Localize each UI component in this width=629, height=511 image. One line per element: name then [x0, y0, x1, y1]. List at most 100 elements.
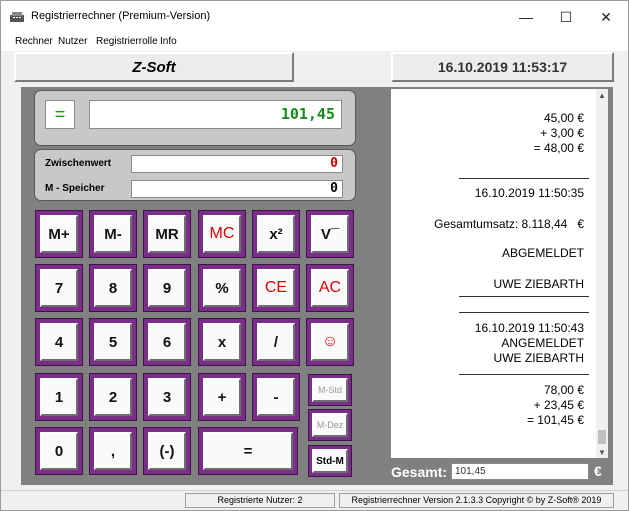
zwischenwert-field: 0: [131, 155, 343, 173]
receipt-line: 16.10.2019 11:50:43: [474, 321, 584, 335]
mspeicher-field: 0: [131, 180, 343, 198]
title-bar: Registrierrechner (Premium-Version) — ☐ …: [1, 1, 628, 33]
mspeicher-label: M - Speicher: [45, 183, 105, 194]
key-label: 2: [94, 378, 132, 416]
std-m-button[interactable]: Std-M: [308, 445, 352, 477]
digit-8-button[interactable]: 8: [89, 264, 137, 312]
display-box: = 101,45: [34, 90, 356, 146]
digit-5-button[interactable]: 5: [89, 318, 137, 366]
m-plus-button[interactable]: M+: [35, 210, 83, 258]
key-label: ,: [94, 432, 132, 470]
scroll-thumb[interactable]: [598, 430, 606, 444]
datetime-button[interactable]: 16.10.2019 11:53:17: [391, 52, 614, 82]
status-registered-users: Registrierte Nutzer: 2: [185, 493, 335, 508]
maximize-button[interactable]: ☐: [548, 1, 584, 33]
status-version: Registrierrechner Version 2.1.3.3 Copyri…: [339, 493, 614, 508]
sqrt-button[interactable]: V¯: [306, 210, 354, 258]
key-label: 6: [148, 323, 186, 361]
gesamt-label: Gesamt:: [391, 464, 448, 480]
scroll-down-arrow-icon[interactable]: ▼: [596, 446, 608, 458]
key-label: M-: [94, 215, 132, 253]
receipt-panel: 45,00 € + 3,00 € = 48,00 € 16.10.2019 11…: [387, 87, 613, 485]
smiley-button[interactable]: ☺: [306, 318, 354, 366]
mr-button[interactable]: MR: [143, 210, 191, 258]
calculator-panel: = 101,45 Zwischenwert 0 M - Speicher 0 M…: [21, 87, 387, 485]
euro-symbol: €: [594, 463, 602, 479]
receipt-divider: [459, 178, 589, 179]
ac-button[interactable]: AC: [306, 264, 354, 312]
menu-rechner[interactable]: Rechner: [15, 36, 53, 47]
minimize-button[interactable]: —: [508, 1, 544, 33]
key-label: +: [203, 378, 241, 416]
key-label: M+: [40, 215, 78, 253]
digit-2-button[interactable]: 2: [89, 373, 137, 421]
memory-box: Zwischenwert 0 M - Speicher 0: [34, 149, 356, 201]
key-label: x²: [257, 215, 295, 253]
digit-1-button[interactable]: 1: [35, 373, 83, 421]
receipt-line: UWE ZIEBARTH: [493, 351, 584, 365]
key-label: 8: [94, 269, 132, 307]
key-label: M-Std: [312, 378, 348, 402]
square-button[interactable]: x²: [252, 210, 300, 258]
key-label: M-Dez: [312, 413, 348, 437]
app-window: Registrierrechner (Premium-Version) — ☐ …: [0, 0, 629, 511]
menu-info[interactable]: Info: [160, 36, 177, 47]
key-label: CE: [257, 269, 295, 307]
status-bar: Registrierte Nutzer: 2 Registrierrechner…: [1, 490, 628, 510]
key-label: 4: [40, 323, 78, 361]
receipt-line: + 23,45 €: [533, 398, 584, 412]
multiply-button[interactable]: x: [198, 318, 246, 366]
key-label: 1: [40, 378, 78, 416]
percent-button[interactable]: %: [198, 264, 246, 312]
operator-indicator: =: [45, 100, 75, 129]
ce-button[interactable]: CE: [252, 264, 300, 312]
key-label: -: [257, 378, 295, 416]
equals-button[interactable]: =: [198, 427, 298, 475]
receipt-scrollbar[interactable]: ▲ ▼: [596, 89, 608, 458]
minus-button[interactable]: -: [252, 373, 300, 421]
receipt-line: = 48,00 €: [533, 141, 584, 155]
digit-4-button[interactable]: 4: [35, 318, 83, 366]
negate-button[interactable]: (-): [143, 427, 191, 475]
digit-3-button[interactable]: 3: [143, 373, 191, 421]
receipt-tape[interactable]: 45,00 € + 3,00 € = 48,00 € 16.10.2019 11…: [391, 89, 596, 458]
key-label: %: [203, 269, 241, 307]
calculator-app-icon: [10, 12, 24, 22]
gesamt-field: 101,45: [451, 463, 589, 480]
scroll-up-arrow-icon[interactable]: ▲: [596, 89, 608, 101]
m-dez-button[interactable]: M-Dez: [308, 409, 352, 441]
comma-button[interactable]: ,: [89, 427, 137, 475]
receipt-line: Gesamtumsatz: 8.118,44 €: [434, 217, 584, 231]
menu-nutzer[interactable]: Nutzer: [58, 36, 87, 47]
receipt-line: = 101,45 €: [526, 413, 584, 427]
digit-6-button[interactable]: 6: [143, 318, 191, 366]
m-std-button[interactable]: M-Std: [308, 374, 352, 406]
window-title: Registrierrechner (Premium-Version): [31, 10, 211, 22]
digit-0-button[interactable]: 0: [35, 427, 83, 475]
main-display: 101,45: [89, 100, 342, 129]
key-label: =: [203, 432, 293, 470]
receipt-line: ANGEMELDET: [501, 336, 584, 350]
key-label: 5: [94, 323, 132, 361]
key-label: 7: [40, 269, 78, 307]
divide-button[interactable]: /: [252, 318, 300, 366]
receipt-divider: [459, 374, 589, 375]
key-label: AC: [311, 269, 349, 307]
digit-7-button[interactable]: 7: [35, 264, 83, 312]
zwischenwert-label: Zwischenwert: [45, 158, 112, 169]
menu-bar: Rechner Nutzer Registrierrolle Info: [1, 33, 628, 51]
key-label: MC: [203, 215, 241, 253]
menu-registrierrolle[interactable]: Registrierrolle: [96, 36, 158, 47]
receipt-divider: [459, 312, 589, 313]
key-label: Std-M: [312, 449, 348, 473]
mc-button[interactable]: MC: [198, 210, 246, 258]
m-minus-button[interactable]: M-: [89, 210, 137, 258]
plus-button[interactable]: +: [198, 373, 246, 421]
receipt-divider: [459, 296, 589, 297]
key-label: (-): [148, 432, 186, 470]
smiley-icon: ☺: [311, 323, 349, 361]
digit-9-button[interactable]: 9: [143, 264, 191, 312]
close-button[interactable]: ✕: [588, 1, 624, 33]
key-label: 9: [148, 269, 186, 307]
brand-button[interactable]: Z-Soft: [14, 52, 294, 82]
